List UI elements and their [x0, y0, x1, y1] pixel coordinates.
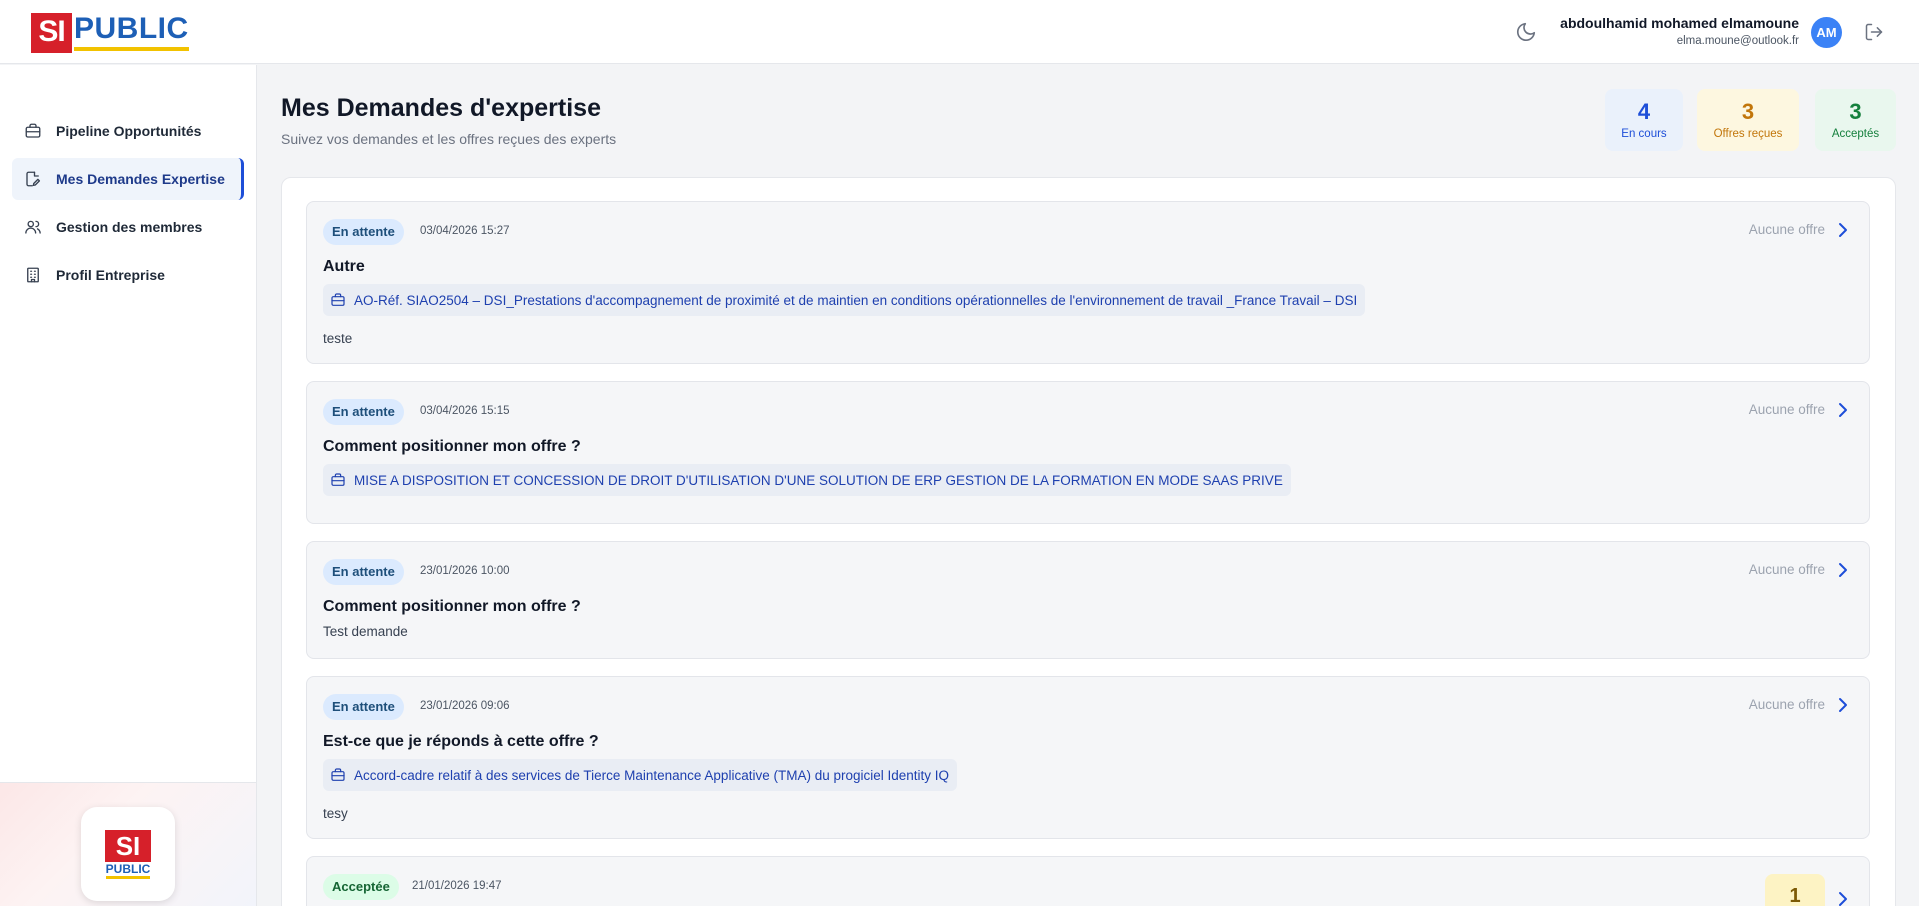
request-description: tesy: [323, 806, 348, 821]
request-title: Comment positionner mon offre ?: [323, 598, 581, 615]
users-icon: [25, 220, 41, 234]
page-subtitle: Suivez vos demandes et les offres reçues…: [281, 131, 617, 147]
user-avatar[interactable]: AM: [1811, 17, 1842, 48]
tender-reference-text: Accord-cadre relatif à des services de T…: [354, 767, 950, 783]
request-date: 03/04/2026 15:27: [420, 225, 510, 237]
stat-acceptes: 3 Acceptés: [1815, 89, 1896, 151]
request-description: Test demande: [323, 624, 408, 639]
sidebar-item-profil-entreprise[interactable]: Profil Entreprise: [12, 254, 244, 296]
tender-reference-text: MISE A DISPOSITION ET CONCESSION DE DROI…: [354, 472, 1283, 488]
briefcase-icon: [331, 768, 345, 781]
sidebar-item-label: Mes Demandes Expertise: [56, 171, 225, 187]
sidebar-item-membres[interactable]: Gestion des membres: [12, 206, 244, 248]
request-card[interactable]: En attente 03/04/2026 15:15 Comment posi…: [306, 381, 1870, 524]
request-title: Est-ce que je réponds à cette offre ?: [323, 733, 599, 750]
footer-logo-public: PUBLIC: [105, 862, 151, 879]
stat-label: Offres reçues: [1713, 128, 1783, 140]
status-badge: En attente: [323, 399, 404, 425]
logout-icon[interactable]: [1864, 22, 1884, 42]
building-icon: [27, 267, 39, 283]
user-name: abdoulhamid mohamed elmamoune: [1560, 15, 1799, 31]
stat-value: 3: [1741, 99, 1755, 124]
top-bar: SI PUBLIC abdoulhamid mohamed elmamoune …: [0, 0, 1919, 64]
request-date: 03/04/2026 15:15: [420, 405, 510, 417]
stat-en-cours: 4 En cours: [1605, 89, 1683, 151]
request-title: Autre: [323, 258, 365, 275]
chevron-right-icon[interactable]: [1835, 401, 1851, 419]
logo-si-mark: SI: [31, 13, 72, 53]
tender-reference[interactable]: MISE A DISPOSITION ET CONCESSION DE DROI…: [323, 464, 1291, 496]
request-date: 21/01/2026 19:47: [412, 880, 502, 892]
offer-count-badge: 1: [1765, 874, 1825, 906]
stat-value: 4: [1637, 99, 1651, 124]
chevron-right-icon[interactable]: [1835, 221, 1851, 239]
offer-status: Aucune offre: [1748, 697, 1825, 712]
sidebar-item-demandes-expertise[interactable]: Mes Demandes Expertise: [12, 158, 244, 200]
status-badge: En attente: [323, 694, 404, 720]
tender-reference-text: AO-Réf. SIAO2504 – DSI_Prestations d'acc…: [354, 292, 1358, 308]
request-date: 23/01/2026 09:06: [420, 700, 510, 712]
chevron-right-icon[interactable]: [1835, 890, 1851, 906]
status-badge: En attente: [323, 219, 404, 245]
sipublic-logo[interactable]: SI PUBLIC: [31, 13, 189, 53]
stat-offres-recues: 3 Offres reçues: [1697, 89, 1799, 151]
request-card[interactable]: En attente 03/04/2026 15:27 Autre AO-Réf…: [306, 201, 1870, 364]
request-card[interactable]: En attente 23/01/2026 09:06 Est-ce que j…: [306, 676, 1870, 839]
logo-public-text: PUBLIC: [74, 13, 189, 51]
stat-label: En cours: [1621, 128, 1667, 140]
offer-status: Aucune offre: [1748, 222, 1825, 237]
chevron-right-icon[interactable]: [1835, 561, 1851, 579]
sidebar-item-label: Gestion des membres: [56, 219, 203, 235]
request-card[interactable]: Acceptée 21/01/2026 19:47 1: [306, 856, 1870, 906]
edit-document-icon: [26, 171, 41, 187]
dark-mode-moon-icon[interactable]: [1515, 21, 1537, 43]
offer-status: Aucune offre: [1748, 402, 1825, 417]
footer-logo-si: SI: [105, 829, 151, 862]
chevron-right-icon[interactable]: [1835, 696, 1851, 714]
sidebar-item-label: Pipeline Opportunités: [56, 123, 202, 139]
page-title: Mes Demandes d'expertise: [281, 94, 601, 122]
offer-status: Aucune offre: [1748, 562, 1825, 577]
stat-value: 3: [1849, 99, 1862, 124]
request-title: Comment positionner mon offre ?: [323, 438, 581, 455]
briefcase-icon: [331, 473, 345, 486]
sidebar-item-pipeline[interactable]: Pipeline Opportunités: [12, 110, 244, 152]
request-date: 23/01/2026 10:00: [420, 565, 510, 577]
sidebar-footer: SI PUBLIC: [0, 782, 256, 906]
stat-label: Acceptés: [1831, 128, 1880, 140]
user-email: elma.moune@outlook.fr: [1676, 35, 1799, 47]
tender-reference[interactable]: Accord-cadre relatif à des services de T…: [323, 759, 958, 791]
briefcase-icon: [25, 123, 41, 138]
status-badge: Acceptée: [323, 874, 399, 900]
briefcase-icon: [331, 293, 345, 306]
sidebar-item-label: Profil Entreprise: [56, 267, 165, 283]
status-badge: En attente: [323, 559, 404, 585]
sidebar-sipublic-logo: SI PUBLIC: [81, 807, 175, 901]
tender-reference[interactable]: AO-Réf. SIAO2504 – DSI_Prestations d'acc…: [323, 284, 1366, 316]
request-card[interactable]: En attente 23/01/2026 10:00 Comment posi…: [306, 541, 1870, 659]
request-description: teste: [323, 331, 353, 346]
sidebar: Pipeline Opportunités Mes Demandes Exper…: [0, 65, 257, 906]
